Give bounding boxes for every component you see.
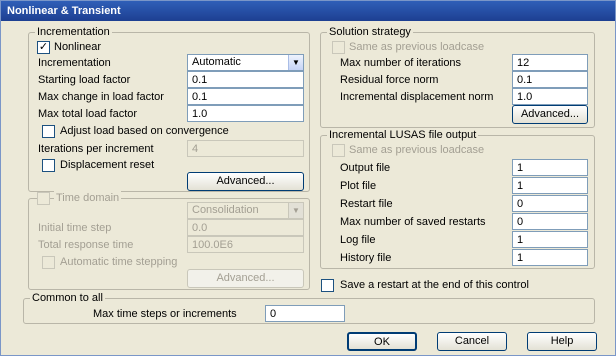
max-time-steps-label: Max time steps or increments: [93, 308, 237, 320]
max-total-load-factor-label: Max total load factor: [38, 108, 138, 120]
time-domain-label: Time domain: [54, 191, 122, 205]
displacement-reset-checkbox[interactable]: [42, 159, 55, 172]
max-iterations-input[interactable]: [512, 54, 588, 71]
chevron-down-icon[interactable]: ▼: [288, 55, 303, 70]
restart-file-input[interactable]: [512, 195, 588, 212]
starting-load-factor-label: Starting load factor: [38, 74, 131, 86]
iterations-per-increment-label: Iterations per increment: [38, 143, 154, 155]
solution-advanced-button[interactable]: Advanced...: [512, 105, 588, 124]
incrementation-advanced-button[interactable]: Advanced...: [187, 172, 304, 191]
incrementation-select[interactable]: Automatic ▼: [187, 54, 304, 71]
time-domain-type-value: Consolidation: [192, 204, 259, 216]
initial-time-step-label: Initial time step: [38, 222, 112, 234]
residual-force-norm-input[interactable]: [512, 71, 588, 88]
history-file-input[interactable]: [512, 249, 588, 266]
incremental-displacement-norm-label: Incremental displacement norm: [340, 91, 494, 103]
solution-same-as-previous-label: Same as previous loadcase: [349, 41, 485, 53]
restart-file-label: Restart file: [340, 198, 393, 210]
nonlinear-checkbox[interactable]: ✓: [37, 41, 50, 54]
log-file-label: Log file: [340, 234, 376, 246]
incrementation-select-value: Automatic: [192, 56, 241, 68]
save-restart-label: Save a restart at the end of this contro…: [340, 279, 529, 291]
common-to-all-legend: Common to all: [30, 292, 105, 304]
automatic-time-stepping-checkbox[interactable]: [42, 256, 55, 269]
output-file-label: Output file: [340, 162, 391, 174]
max-change-load-factor-input[interactable]: [187, 88, 304, 105]
window-title: Nonlinear & Transient: [1, 1, 615, 21]
adjust-load-checkbox[interactable]: [42, 125, 55, 138]
residual-force-norm-label: Residual force norm: [340, 74, 439, 86]
solution-strategy-legend: Solution strategy: [327, 26, 413, 38]
max-saved-restarts-label: Max number of saved restarts: [340, 216, 486, 228]
history-file-label: History file: [340, 252, 392, 264]
total-response-time-label: Total response time: [38, 239, 134, 251]
file-output-legend: Incremental LUSAS file output: [327, 129, 479, 141]
adjust-load-label: Adjust load based on convergence: [60, 125, 229, 137]
save-restart-checkbox[interactable]: [321, 279, 334, 292]
max-time-steps-input[interactable]: [265, 305, 345, 322]
log-file-input[interactable]: [512, 231, 588, 248]
output-file-input[interactable]: [512, 159, 588, 176]
max-saved-restarts-input[interactable]: [512, 213, 588, 230]
max-iterations-label: Max number of iterations: [340, 57, 462, 69]
plot-file-label: Plot file: [340, 180, 377, 192]
cancel-button[interactable]: Cancel: [437, 332, 507, 351]
file-output-same-as-previous-label: Same as previous loadcase: [349, 144, 485, 156]
incrementation-label: Incrementation: [38, 57, 111, 69]
nonlinear-transient-dialog: Nonlinear & Transient Incrementation ✓ N…: [0, 0, 616, 356]
solution-same-as-previous-checkbox[interactable]: [332, 41, 345, 54]
iterations-per-increment-input[interactable]: [187, 140, 304, 157]
time-domain-checkbox[interactable]: [37, 192, 50, 205]
total-response-time-input[interactable]: [187, 236, 304, 253]
time-domain-type-select[interactable]: Consolidation ▼: [187, 202, 304, 219]
time-domain-advanced-button[interactable]: Advanced...: [187, 269, 304, 288]
automatic-time-stepping-label: Automatic time stepping: [60, 256, 178, 268]
incremental-displacement-norm-input[interactable]: [512, 88, 588, 105]
starting-load-factor-input[interactable]: [187, 71, 304, 88]
file-output-same-as-previous-checkbox[interactable]: [332, 144, 345, 157]
max-total-load-factor-input[interactable]: [187, 105, 304, 122]
displacement-reset-label: Displacement reset: [60, 159, 155, 171]
max-change-load-factor-label: Max change in load factor: [38, 91, 164, 103]
nonlinear-label: Nonlinear: [54, 41, 102, 53]
ok-button[interactable]: OK: [347, 332, 417, 351]
help-button[interactable]: Help: [527, 332, 597, 351]
chevron-down-icon[interactable]: ▼: [288, 203, 303, 218]
incrementation-legend: Incrementation: [35, 26, 112, 38]
initial-time-step-input[interactable]: [187, 219, 304, 236]
plot-file-input[interactable]: [512, 177, 588, 194]
